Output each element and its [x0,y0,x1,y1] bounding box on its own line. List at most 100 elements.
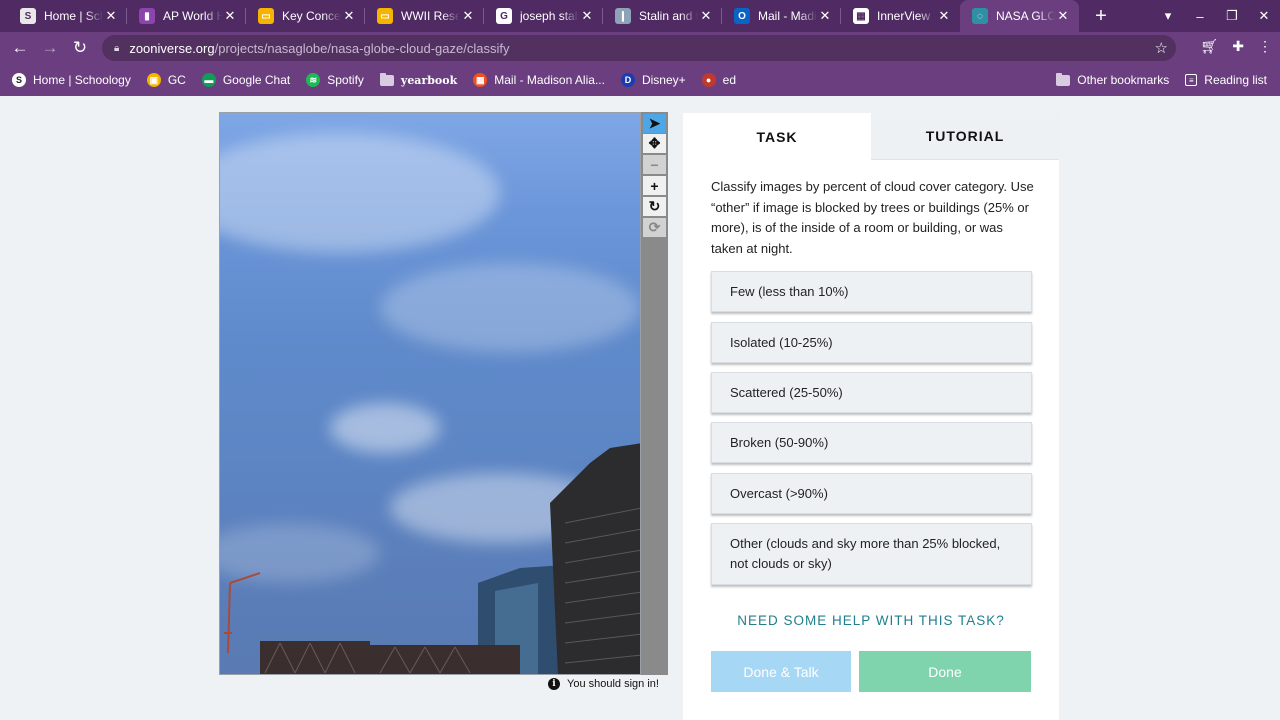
answer-label: Other (clouds and sky more than 25% bloc… [730,536,1001,571]
bookmark-item[interactable]: ● ed [701,73,736,87]
bookmark-item[interactable]: yearbook [379,72,457,87]
slides-icon: ▭ [258,8,274,24]
reading-list-label: Reading list [1204,73,1267,87]
rotate-icon[interactable]: ↻ [643,197,666,216]
info-icon: i [548,678,560,690]
site-icon: ❙ [615,8,631,24]
tall-building [550,443,640,674]
bookmark-label: ed [722,73,736,87]
browser-tab[interactable]: ◌ NASA GLOBE✕ [960,0,1079,32]
tab-title: Mail - Madison [758,9,817,23]
bookmark-label: Mail - Madison Alia... [494,73,605,87]
bookmark-item[interactable]: ≋ Spotify [306,73,364,87]
window-controls: ▾ – ❐ ✕ [1152,0,1280,32]
outlook-icon: O [734,8,750,24]
browser-tab[interactable]: O Mail - Madison✕ [722,0,841,32]
done-and-talk-button[interactable]: Done & Talk [711,651,851,692]
url-host: zooniverse.org [129,40,215,56]
other-bookmarks[interactable]: Other bookmarks [1056,72,1170,87]
innerview-icon: ▦ [853,8,869,24]
extension-cart-icon[interactable]: 🛒︎ [1200,38,1218,55]
bookmark-item[interactable]: D Disney+ [620,73,686,87]
new-tab-button[interactable]: + [1085,0,1117,32]
answer-isolated[interactable]: Isolated (10-25%) [711,322,1032,363]
answer-broken[interactable]: Broken (50-90%) [711,422,1032,463]
subject-image[interactable] [219,112,641,675]
reset-view-icon[interactable]: ⟳ [643,218,666,237]
lock-icon: 🔒︎ [114,42,120,54]
browser-tab[interactable]: ❙ Stalin and the✕ [603,0,722,32]
answer-label: Isolated (10-25%) [730,334,833,350]
tab-list: SHome | Schoology✕▮AP World History✕▭Key… [0,0,1079,32]
extensions-puzzle-icon[interactable]: ✚ [1232,38,1244,55]
restore-icon[interactable]: ❐ [1216,8,1248,24]
close-tab-icon[interactable]: ✕ [341,8,357,24]
close-tab-icon[interactable]: ✕ [460,8,476,24]
tab-strip: SHome | Schoology✕▮AP World History✕▭Key… [0,0,1280,32]
answer-few[interactable]: Few (less than 10%) [711,271,1032,312]
browser-tab[interactable]: Gjoseph stalin✕ [484,0,603,32]
browser-tab[interactable]: ▭ Key Concepts✕ [246,0,365,32]
microsoft-icon: ▦ [473,73,488,87]
close-tab-icon[interactable]: ✕ [817,8,833,24]
chat-icon: ▬ [201,73,216,87]
answer-label: Overcast (>90%) [730,485,828,501]
answer-label: Scattered (25-50%) [730,384,843,400]
close-tab-icon[interactable]: ✕ [698,8,714,24]
other-bookmarks-label: Other bookmarks [1077,73,1170,87]
bookmark-label: Google Chat [222,73,291,87]
address-bar[interactable]: 🔒︎ zooniverse.org/projects/nasaglobe/nas… [102,35,1176,61]
forward-arrow-icon[interactable]: → [35,33,65,63]
tab-title: Key Concepts [282,9,341,23]
browser-tab[interactable]: ▮ AP World History✕ [127,0,246,32]
tab-task[interactable]: TASK [683,113,871,160]
close-window-icon[interactable]: ✕ [1248,8,1280,24]
toolbar-extensions: 🛒︎ ✚ ⋮ [1200,38,1272,55]
annotate-pointer-icon[interactable]: ➤ [643,114,666,133]
bookmark-item[interactable]: ▦ Mail - Madison Alia... [473,73,605,87]
tab-tutorial[interactable]: TUTORIAL [871,113,1059,160]
done-button[interactable]: Done [859,651,1031,692]
schoology-icon: S [20,8,36,24]
close-tab-icon[interactable]: ✕ [1055,8,1071,24]
bookmarks-right: Other bookmarks ≡ Reading list [1056,64,1267,96]
zoom-out-icon[interactable]: − [643,155,666,174]
back-arrow-icon[interactable]: ← [5,33,35,63]
answer-overcast[interactable]: Overcast (>90%) [711,473,1032,514]
reading-list[interactable]: ≡ Reading list [1185,73,1267,87]
bookmarks-bar: S Home | Schoology ▣ GC ▬ Google Chat ≋ Spotify… [0,64,1280,96]
task-tabs: TASK TUTORIAL [683,113,1059,160]
tab-title: Home | Schoology [44,9,103,23]
close-tab-icon[interactable]: ✕ [579,8,595,24]
bookmark-item[interactable]: ▬ Google Chat [201,73,291,87]
slides-icon: ▭ [377,8,393,24]
task-panel: TASK TUTORIAL Classify images by percent… [683,113,1059,720]
bookmark-star-icon[interactable]: ☆ [1155,39,1168,57]
zoom-in-icon[interactable]: + [643,176,666,195]
classroom-icon: ▮ [139,8,155,24]
help-link[interactable]: NEED SOME HELP WITH THIS TASK? [683,613,1059,628]
folder-icon [1056,72,1071,86]
minimize-icon[interactable]: – [1184,9,1216,24]
tab-title: WWII Research [401,9,460,23]
spotify-icon: ≋ [306,73,321,87]
reading-list-icon: ≡ [1185,74,1198,86]
browser-tab[interactable]: S Home | Schoology✕ [8,0,127,32]
ed-icon: ● [701,73,716,87]
close-tab-icon[interactable]: ✕ [222,8,238,24]
bookmark-item[interactable]: ▣ GC [146,73,186,87]
close-tab-icon[interactable]: ✕ [103,8,119,24]
answer-other[interactable]: Other (clouds and sky more than 25% bloc… [711,523,1032,585]
tab-title: Stalin and the [639,9,698,23]
tab-search-icon[interactable]: ▾ [1152,8,1184,24]
pan-move-icon[interactable]: ✥ [643,134,666,153]
menu-kebab-icon[interactable]: ⋮ [1258,38,1272,55]
bookmark-item[interactable]: S Home | Schoology [12,73,131,87]
answer-scattered[interactable]: Scattered (25-50%) [711,372,1032,413]
browser-tab[interactable]: ▭ WWII Research✕ [365,0,484,32]
reload-icon[interactable]: ↻ [65,33,95,63]
bookmark-label: Spotify [327,73,364,87]
classroom-icon: ▣ [146,73,161,87]
close-tab-icon[interactable]: ✕ [936,8,952,24]
browser-tab[interactable]: ▦ InnerView ✕ [841,0,960,32]
